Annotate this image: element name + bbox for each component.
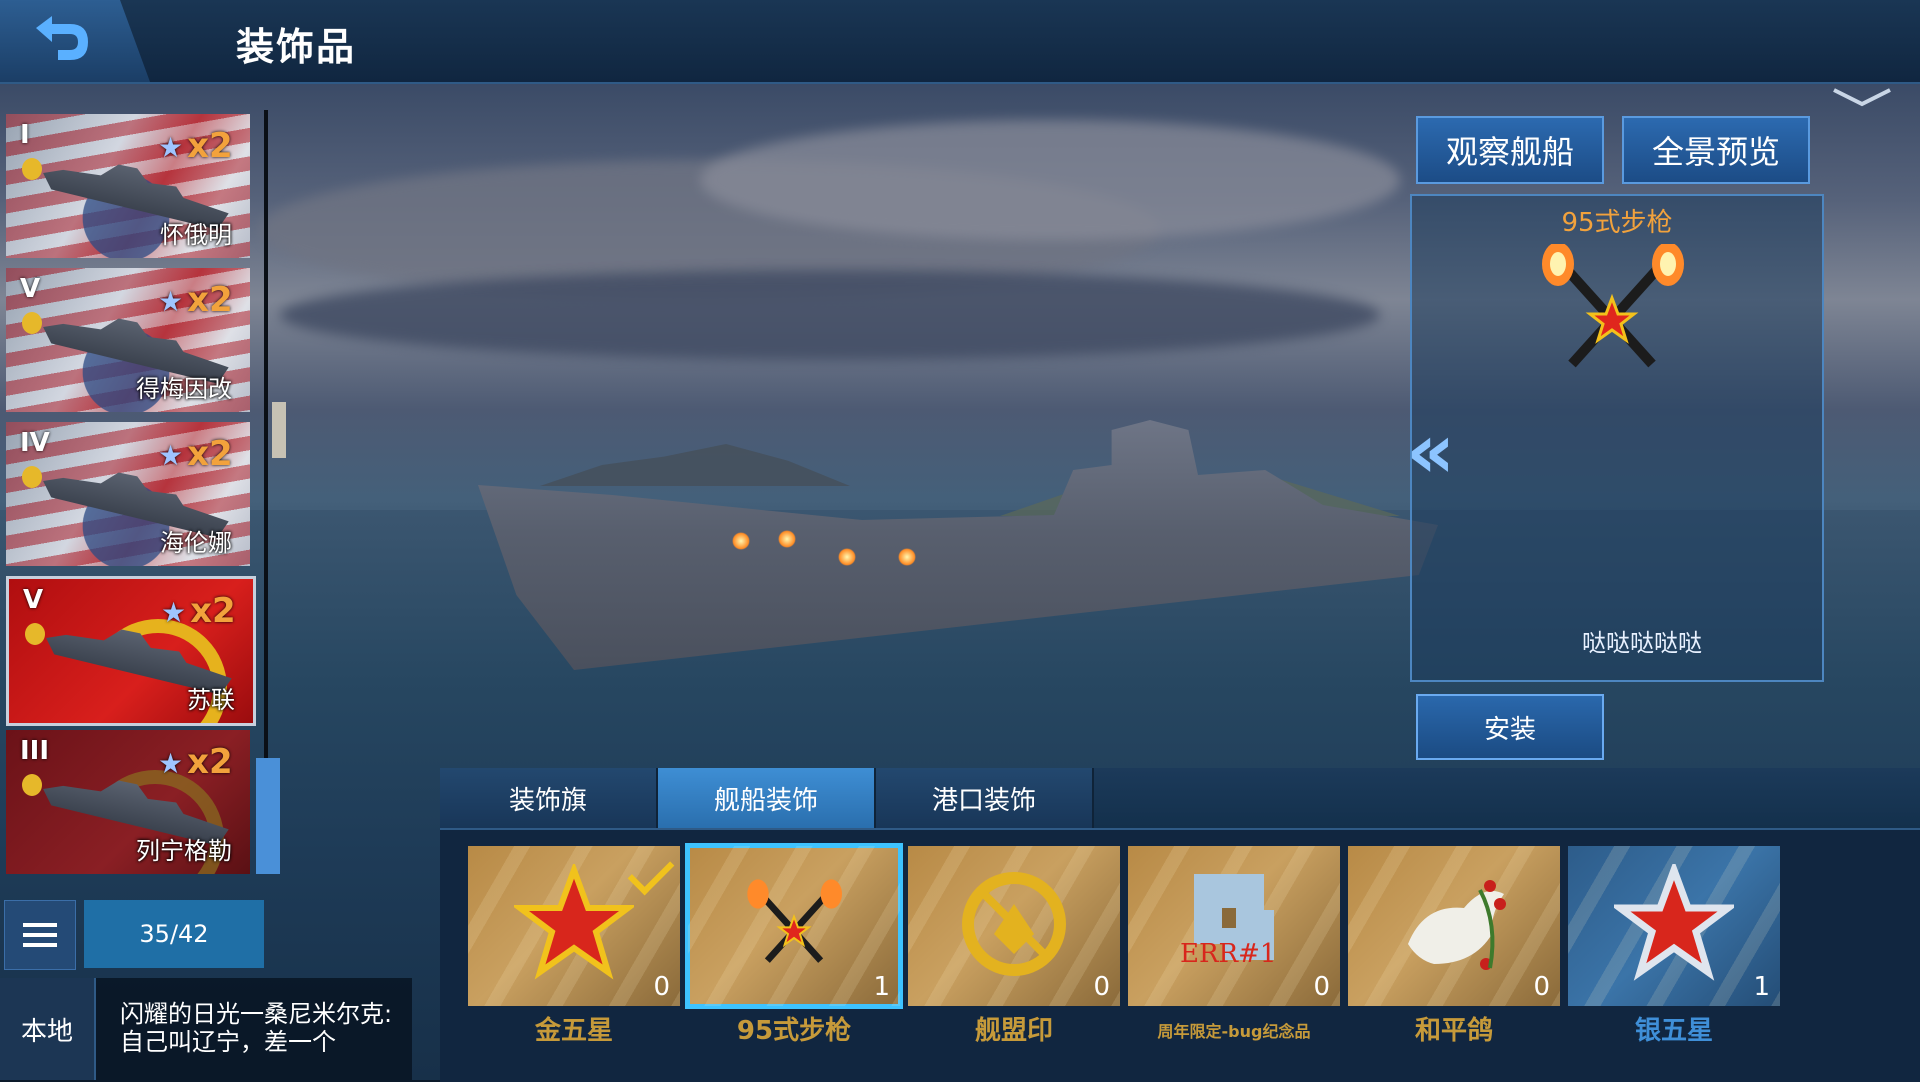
preview-title: 95式步枪 [1561, 208, 1673, 238]
tab-flags[interactable]: 装饰旗 [440, 768, 658, 828]
item-name: 舰盟印 [974, 1016, 1053, 1046]
item-name: 银五星 [1634, 1016, 1713, 1046]
muzzle-flash [732, 532, 750, 550]
item-type95-rifle[interactable]: 1 95式步枪 [685, 843, 903, 1068]
item-count: 0 [1093, 972, 1110, 1002]
count-value: x2 [190, 591, 236, 631]
item-name: 95式步枪 [736, 1016, 852, 1046]
medal-icon [25, 623, 45, 645]
rifle-icon [747, 879, 842, 963]
tier-label: V [23, 585, 44, 615]
back-button[interactable] [0, 0, 150, 82]
star-icon: ★ [158, 439, 184, 472]
local-chat-tab[interactable]: 本地 [0, 978, 96, 1080]
header-bar: 装饰品 [0, 0, 1920, 84]
item-count: 0 [1313, 972, 1330, 1002]
collapse-panel-icon[interactable]: « [1406, 406, 1455, 495]
item-gold-star[interactable]: 0 金五星 [468, 846, 680, 1068]
chat-message[interactable]: 闪耀的日光一桑尼米尔克: 自己叫辽宁，差一个 [96, 978, 412, 1080]
ship-card-wyoming[interactable]: I ★ x2 怀俄明 [6, 114, 250, 258]
star-icon: ★ [161, 596, 187, 629]
ship-count: ★ x2 [158, 434, 233, 474]
medal-icon [22, 774, 42, 796]
item-count: 1 [1753, 972, 1770, 1002]
ship-name: 得梅因改 [136, 375, 232, 403]
star-icon: ★ [158, 747, 184, 780]
item-alliance-seal[interactable]: 0 舰盟印 [908, 846, 1120, 1068]
back-arrow-icon [36, 16, 88, 60]
medal-icon [22, 312, 42, 334]
item-name: 周年限定-bug纪念品 [1157, 1022, 1311, 1041]
page-count: 35/42 [84, 900, 264, 968]
count-value: x2 [187, 434, 233, 474]
item-peace-dove[interactable]: 0 和平鸽 [1348, 846, 1560, 1068]
category-tabs: 装饰旗 舰船装饰 港口装饰 [440, 768, 1920, 828]
chat-text: 闪耀的日光一桑尼米尔克: 自己叫辽宁，差一个 [120, 1000, 393, 1056]
ship-card-des-moines[interactable]: V ★ x2 得梅因改 [6, 268, 250, 412]
tier-label: IV [20, 428, 50, 458]
tab-port-decorations[interactable]: 港口装饰 [876, 768, 1094, 828]
count-value: x2 [187, 126, 233, 166]
ship-name: 海伦娜 [160, 529, 232, 557]
error-bug-icon: ERR#1 [1180, 874, 1276, 969]
item-name: 金五星 [534, 1016, 613, 1046]
item-count: 1 [873, 972, 890, 1002]
decoration-items: 0 金五星 1 95式步枪 0 舰盟印 ERR#1 0 周年限定-bug纪念品 … [440, 828, 1920, 1082]
gold-star-icon [514, 864, 634, 980]
ship-count: ★ x2 [158, 280, 233, 320]
cloud [280, 270, 1380, 360]
chevron-down-icon[interactable] [1832, 86, 1892, 108]
ship-card-helena[interactable]: IV ★ x2 海伦娜 [6, 422, 250, 566]
list-icon [23, 923, 57, 947]
tier-label: I [20, 120, 30, 150]
muzzle-flash [898, 548, 916, 566]
scrollbar-thumb[interactable] [256, 758, 280, 874]
rifle-icon [1542, 244, 1684, 368]
item-anniversary-bug[interactable]: ERR#1 0 周年限定-bug纪念品 [1128, 846, 1340, 1068]
observe-ship-button[interactable]: 观察舰船 [1416, 116, 1604, 184]
muzzle-flash [838, 548, 856, 566]
count-value: x2 [187, 742, 233, 782]
cloud [700, 120, 1400, 240]
ship-card-leningrad[interactable]: III ★ x2 列宁格勒 [6, 730, 250, 874]
item-silver-star[interactable]: 1 银五星 [1568, 846, 1780, 1068]
tab-ship-decorations[interactable]: 舰船装饰 [658, 768, 876, 828]
star-icon: ★ [158, 285, 184, 318]
ship-name: 列宁格勒 [136, 837, 232, 865]
muzzle-flash [778, 530, 796, 548]
count-value: x2 [187, 280, 233, 320]
page-title: 装饰品 [236, 25, 357, 69]
preview-description: 哒哒哒哒哒 [1582, 629, 1702, 657]
ship-name: 苏联 [187, 686, 235, 714]
silver-star-icon [1614, 864, 1734, 981]
ship-count: ★ x2 [158, 742, 233, 782]
install-button[interactable]: 安装 [1416, 694, 1604, 760]
ship-count: ★ x2 [161, 591, 236, 631]
medal-icon [22, 466, 42, 488]
alliance-seal-icon [962, 872, 1066, 976]
preview-panel: 95式步枪 « 哒哒哒哒哒 [1406, 194, 1824, 682]
scrollbar-track[interactable] [264, 110, 268, 870]
tier-label: III [20, 736, 50, 766]
lighthouse [272, 402, 286, 458]
star-icon: ★ [158, 131, 184, 164]
list-view-button[interactable] [4, 900, 76, 970]
ship-count: ★ x2 [158, 126, 233, 166]
ship-card-sovetsky-soyuz[interactable]: V ★ x2 苏联 [6, 576, 256, 726]
item-count: 0 [653, 972, 670, 1002]
medal-icon [22, 158, 42, 180]
tier-label: V [20, 274, 41, 304]
ship-name: 怀俄明 [160, 221, 232, 249]
panorama-preview-button[interactable]: 全景预览 [1622, 116, 1810, 184]
item-count: 0 [1533, 972, 1550, 1002]
item-name: 和平鸽 [1414, 1016, 1493, 1046]
ship-list: I ★ x2 怀俄明 V ★ x2 得梅因改 IV ★ x2 海伦娜 V ★ x2 苏联… [0, 100, 270, 880]
peace-dove-icon [1408, 880, 1506, 970]
error-text: ERR#1 [1180, 939, 1276, 969]
